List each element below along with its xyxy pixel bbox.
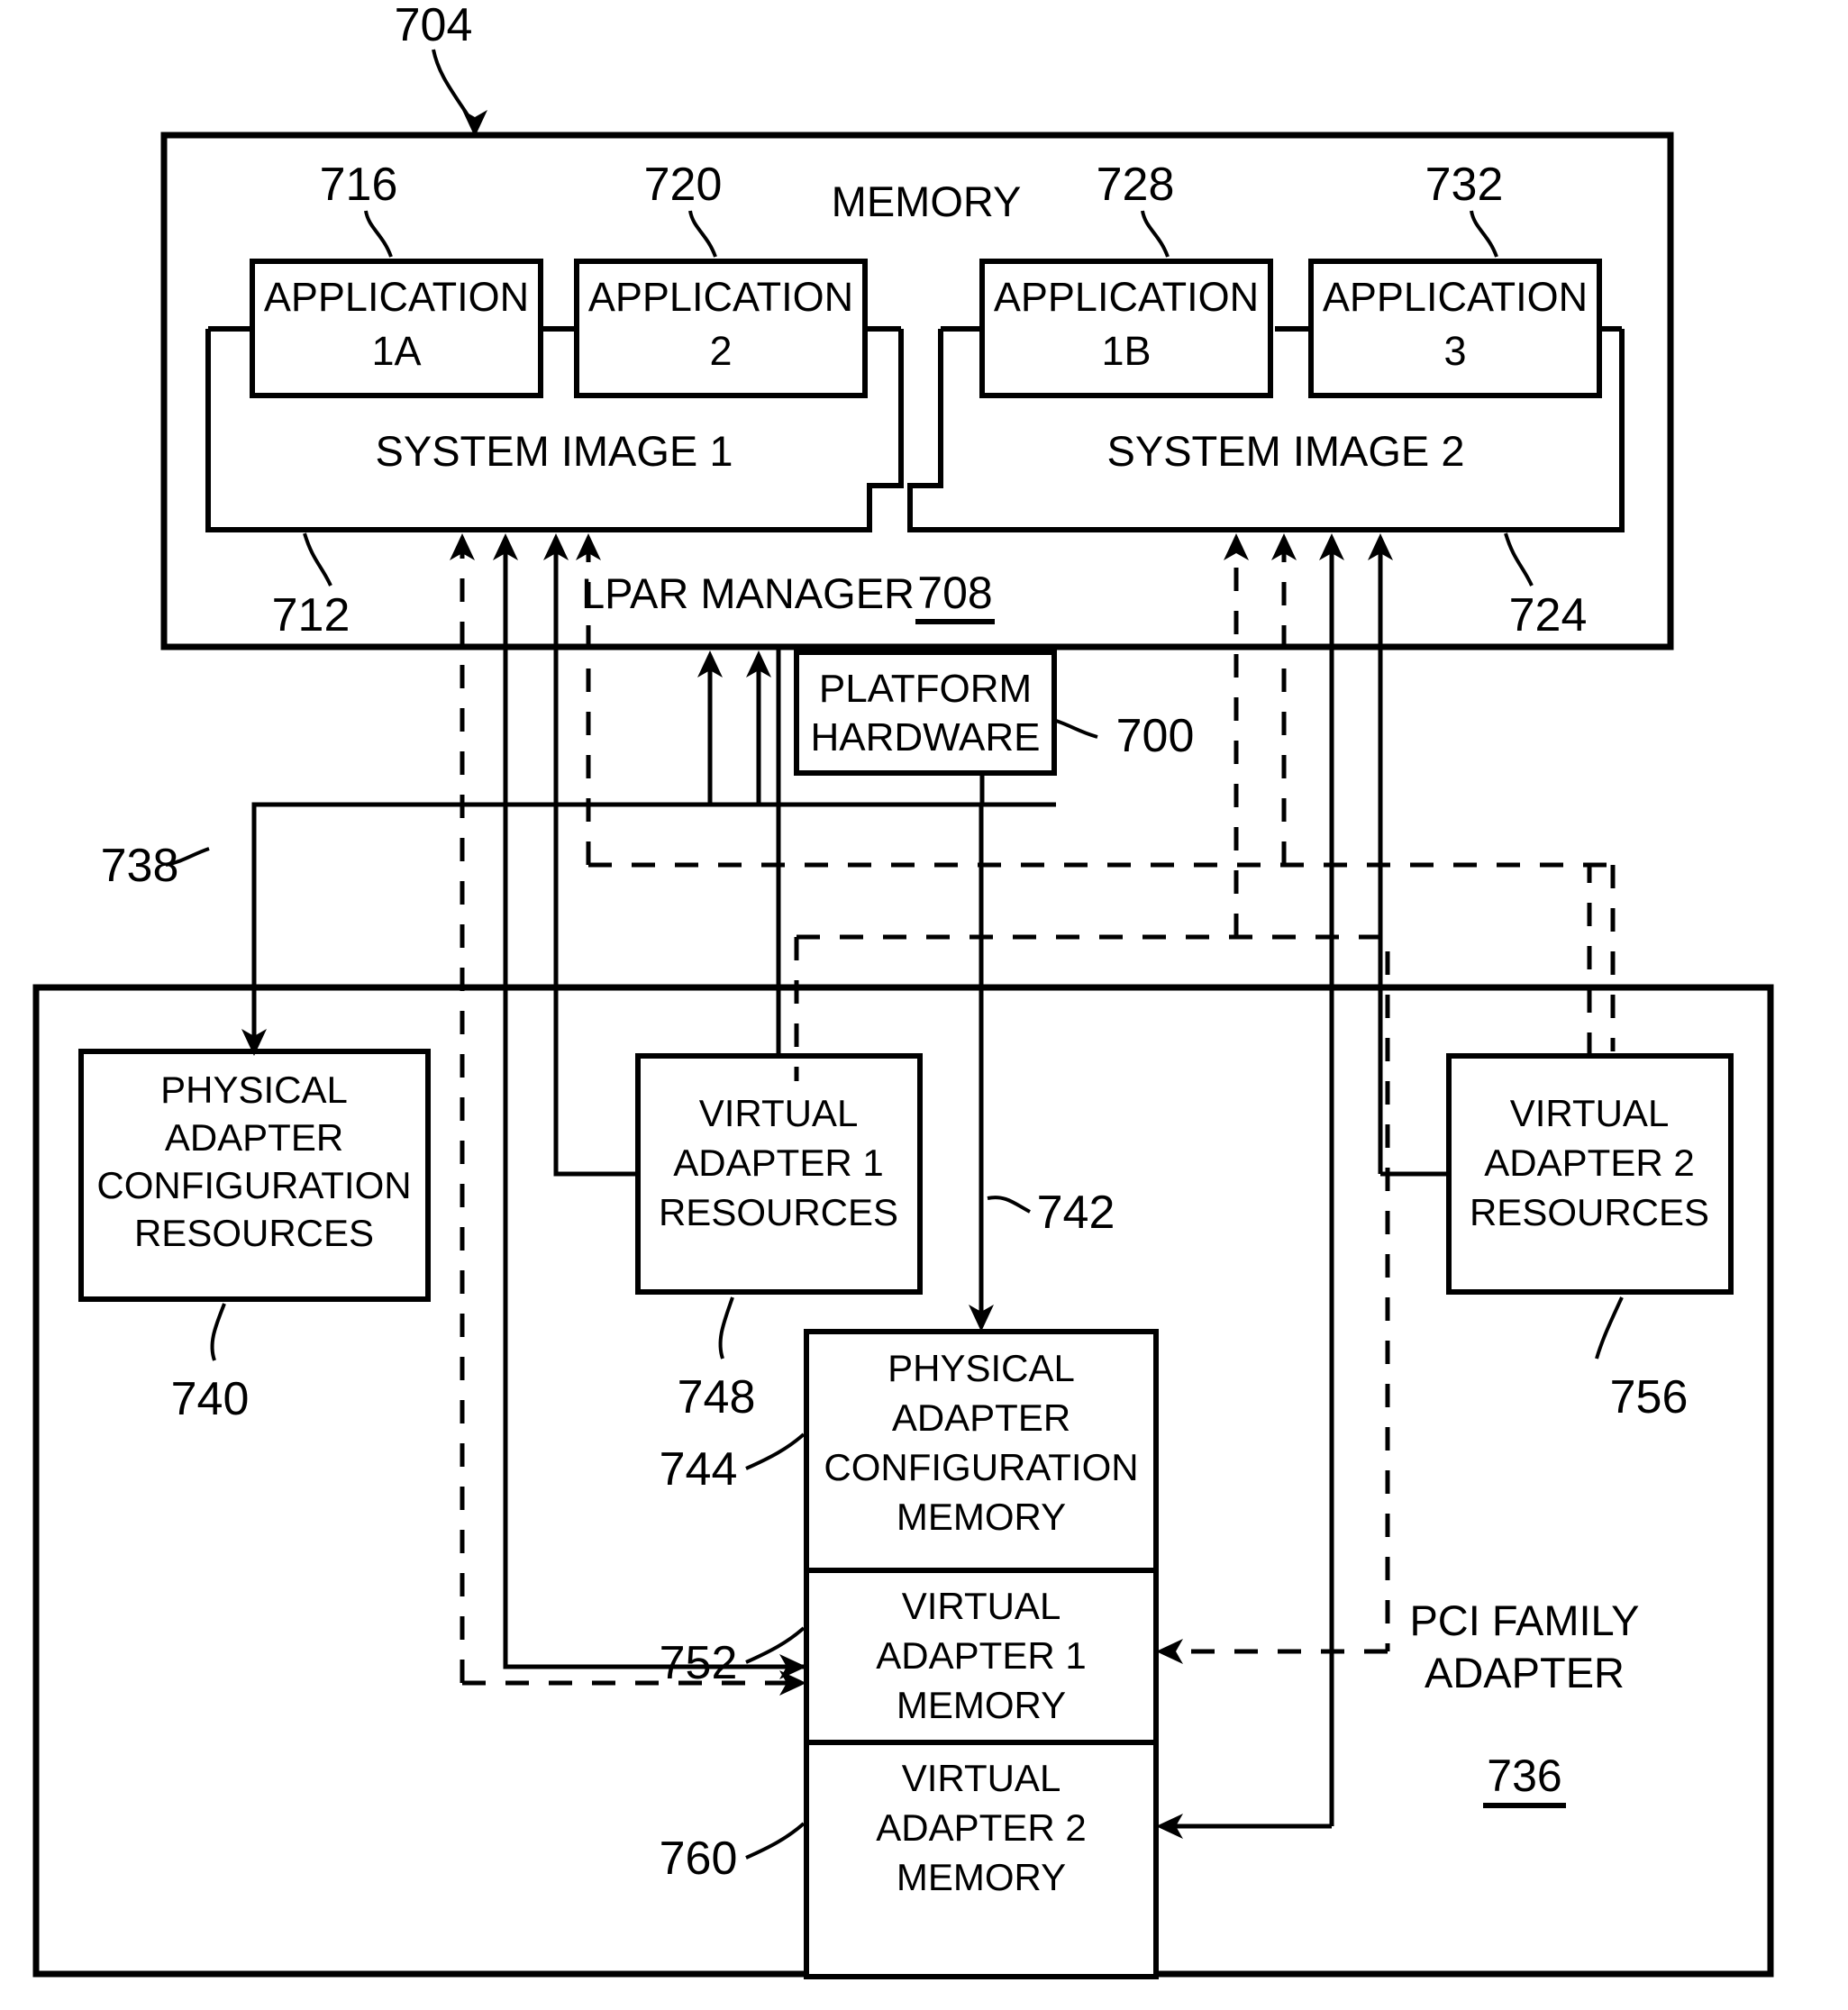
va2-memory-line1: VIRTUAL bbox=[902, 1757, 1061, 1799]
application-3-line1: APPLICATION bbox=[1323, 274, 1588, 320]
system-image-1-label: SYSTEM IMAGE 1 bbox=[376, 427, 733, 475]
pci-family-adapter-line2: ADAPTER bbox=[1425, 1649, 1625, 1696]
ref-label-760: 760 bbox=[660, 1833, 738, 1885]
ref-label-720: 720 bbox=[644, 159, 723, 211]
va2-memory-line3: MEMORY bbox=[897, 1856, 1066, 1898]
application-1b-line1: APPLICATION bbox=[994, 274, 1259, 320]
pac-resources-line2: ADAPTER bbox=[165, 1116, 343, 1159]
pac-memory-line3: CONFIGURATION bbox=[824, 1446, 1138, 1488]
va1-memory-line2: ADAPTER 1 bbox=[876, 1634, 1086, 1677]
va2-memory-line2: ADAPTER 2 bbox=[876, 1806, 1086, 1849]
ref-label-728: 728 bbox=[1097, 159, 1175, 211]
va2-resources-line2: ADAPTER 2 bbox=[1484, 1141, 1694, 1184]
va1-memory-line3: MEMORY bbox=[897, 1684, 1066, 1726]
memory-label: MEMORY bbox=[832, 177, 1022, 225]
ref-label-740: 740 bbox=[171, 1373, 250, 1425]
pac-resources-line1: PHYSICAL bbox=[160, 1069, 348, 1111]
pac-memory-line4: MEMORY bbox=[897, 1496, 1066, 1538]
va2-resources-line3: RESOURCES bbox=[1470, 1191, 1709, 1233]
va1-memory-line1: VIRTUAL bbox=[902, 1585, 1061, 1627]
va2-resources-line1: VIRTUAL bbox=[1510, 1092, 1670, 1134]
va1-resources-line1: VIRTUAL bbox=[699, 1092, 859, 1134]
figure-svg: 704 MEMORY SYSTEM IMAGE 1 SYSTEM IMAGE 2… bbox=[0, 0, 1848, 2010]
system-image-2-label: SYSTEM IMAGE 2 bbox=[1107, 427, 1465, 475]
application-2-line2: 2 bbox=[709, 328, 732, 374]
ref-label-700: 700 bbox=[1116, 710, 1195, 762]
pac-resources-line4: RESOURCES bbox=[134, 1212, 374, 1254]
lpar-manager-label: LPAR MANAGER bbox=[581, 569, 915, 617]
ref-label-704: 704 bbox=[395, 0, 473, 51]
application-1b-line2: 1B bbox=[1101, 328, 1151, 374]
pci-family-adapter-line1: PCI FAMILY bbox=[1409, 1596, 1639, 1644]
ref-label-744: 744 bbox=[660, 1443, 738, 1496]
ref-label-748: 748 bbox=[678, 1371, 756, 1423]
ref-label-742: 742 bbox=[1037, 1187, 1115, 1239]
ref-label-712: 712 bbox=[272, 589, 350, 641]
ref-label-756: 756 bbox=[1610, 1371, 1689, 1423]
pac-memory-line1: PHYSICAL bbox=[888, 1347, 1075, 1389]
platform-hardware-line1: PLATFORM bbox=[819, 667, 1032, 711]
ref-label-724: 724 bbox=[1509, 589, 1588, 641]
patent-figure-canvas: 704 MEMORY SYSTEM IMAGE 1 SYSTEM IMAGE 2… bbox=[0, 0, 1848, 2010]
pac-resources-line3: CONFIGURATION bbox=[96, 1164, 411, 1206]
application-2-line1: APPLICATION bbox=[588, 274, 853, 320]
ref-label-708: 708 bbox=[917, 568, 992, 618]
application-3-line2: 3 bbox=[1443, 328, 1466, 374]
ref-label-738: 738 bbox=[101, 840, 179, 892]
platform-hardware-line2: HARDWARE bbox=[810, 715, 1040, 759]
application-1a-line1: APPLICATION bbox=[264, 274, 529, 320]
pac-memory-line2: ADAPTER bbox=[892, 1396, 1070, 1439]
ref-label-732: 732 bbox=[1425, 159, 1504, 211]
ref-label-716: 716 bbox=[320, 159, 398, 211]
application-1a-line2: 1A bbox=[371, 328, 421, 374]
va1-resources-line3: RESOURCES bbox=[659, 1191, 898, 1233]
ref-label-736: 736 bbox=[1487, 1751, 1561, 1801]
va1-resources-line2: ADAPTER 1 bbox=[673, 1141, 883, 1184]
